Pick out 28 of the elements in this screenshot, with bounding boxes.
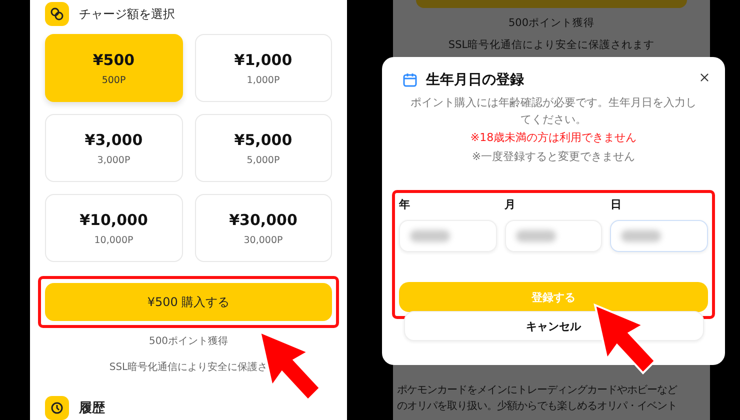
field-label: 月 [504,197,517,212]
security-note: SSL暗号化通信により安全に保護さ [108,360,269,374]
points-note: 500ポイント獲得 [507,16,596,30]
amount-option[interactable]: ¥30,000 30,000P [194,194,332,262]
description-text: ポケモンカードをメインにトレーディングカードやホビーなどのオリパを取り扱い。少額からでも楽しめるオリパ・イベント [397,383,678,414]
date-input-field[interactable] [399,220,497,252]
calendar-icon [402,72,418,88]
security-note: SSL暗号化通信により安全に保護されます [447,38,656,52]
age-warning: ※18歳未満の方は利用できません [469,130,638,145]
date-input-field[interactable] [504,220,602,252]
amount-option[interactable]: ¥10,000 10,000P [45,194,182,262]
coins-icon [45,2,69,26]
change-note: ※一度登録すると変更できません [470,149,636,164]
field-label: 年 [399,197,411,212]
amount-option[interactable]: ¥3,000 3,000P [45,114,182,182]
section-title: チャージ額を選択 [79,6,175,22]
amount-option[interactable]: ¥500 500P [45,34,182,102]
history-icon [45,396,69,420]
dialog-description: ポイント購入には年齢確認が必要です。生年月日を入力してください。 [410,95,698,128]
date-input-field[interactable] [610,220,708,252]
history-title: 履歴 [79,400,105,417]
dialog-title: 生年月日の登録 [426,71,524,89]
buy-button[interactable]: ¥500 購入する [45,283,332,321]
points-note: 500ポイント獲得 [148,335,230,348]
amount-option[interactable]: ¥5,000 5,000P [194,114,332,182]
close-button[interactable] [698,71,711,84]
field-label: 日 [610,197,622,212]
amount-option[interactable]: ¥1,000 1,000P [194,34,332,102]
